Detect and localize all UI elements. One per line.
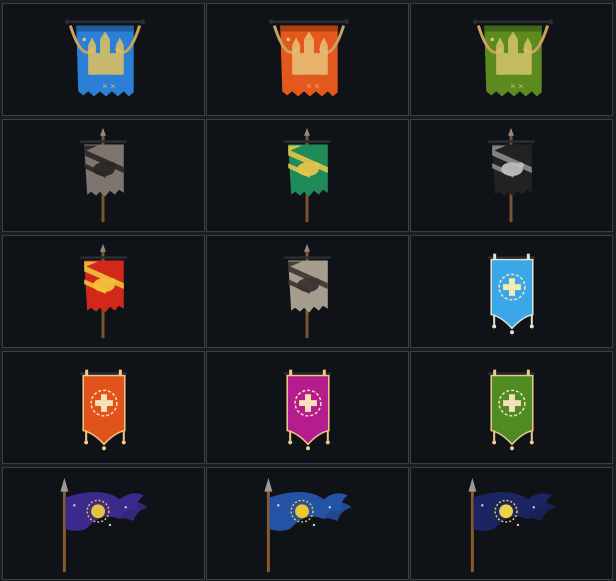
banner-option-star-purple[interactable]: [2, 467, 205, 580]
banner-option-serpent-red[interactable]: [2, 235, 205, 348]
svg-text:× ×: × ×: [510, 83, 524, 91]
banner-option-castle-green[interactable]: × ×: [410, 3, 613, 116]
banner-option-castle-orange[interactable]: × ×: [206, 3, 409, 116]
banner-option-dragon-black[interactable]: [410, 119, 613, 232]
svg-text:× ×: × ×: [306, 83, 320, 91]
banner-image: [284, 369, 331, 451]
banner-image: [284, 243, 331, 339]
banner-option-cross-magenta[interactable]: [206, 351, 409, 464]
banner-image: × ×: [268, 19, 350, 97]
svg-text:× ×: × ×: [102, 83, 116, 91]
banner-option-raven-stone[interactable]: [206, 235, 409, 348]
banner-option-fish-green[interactable]: [206, 119, 409, 232]
banner-image: [80, 243, 127, 339]
banner-option-moon-navy[interactable]: [410, 467, 613, 580]
banner-image: [80, 127, 127, 223]
banner-selection-grid: × × × × × ×: [2, 3, 614, 580]
banner-image: [488, 369, 535, 451]
banner-image: [468, 477, 556, 573]
banner-image: [80, 369, 127, 451]
banner-image: [284, 127, 331, 223]
banner-option-wolf-grey[interactable]: [2, 119, 205, 232]
banner-image: [264, 477, 352, 573]
banner-image: × ×: [64, 19, 146, 97]
banner-option-crown-skyblue[interactable]: [410, 235, 613, 348]
banner-option-trident-green[interactable]: [410, 351, 613, 464]
banner-image: [488, 127, 535, 223]
banner-option-sun-blue[interactable]: [206, 467, 409, 580]
banner-option-castle-blue[interactable]: × ×: [2, 3, 205, 116]
banner-image: × ×: [472, 19, 554, 97]
banner-image: [60, 477, 148, 573]
banner-image: [488, 253, 535, 335]
banner-option-fleur-orange[interactable]: [2, 351, 205, 464]
